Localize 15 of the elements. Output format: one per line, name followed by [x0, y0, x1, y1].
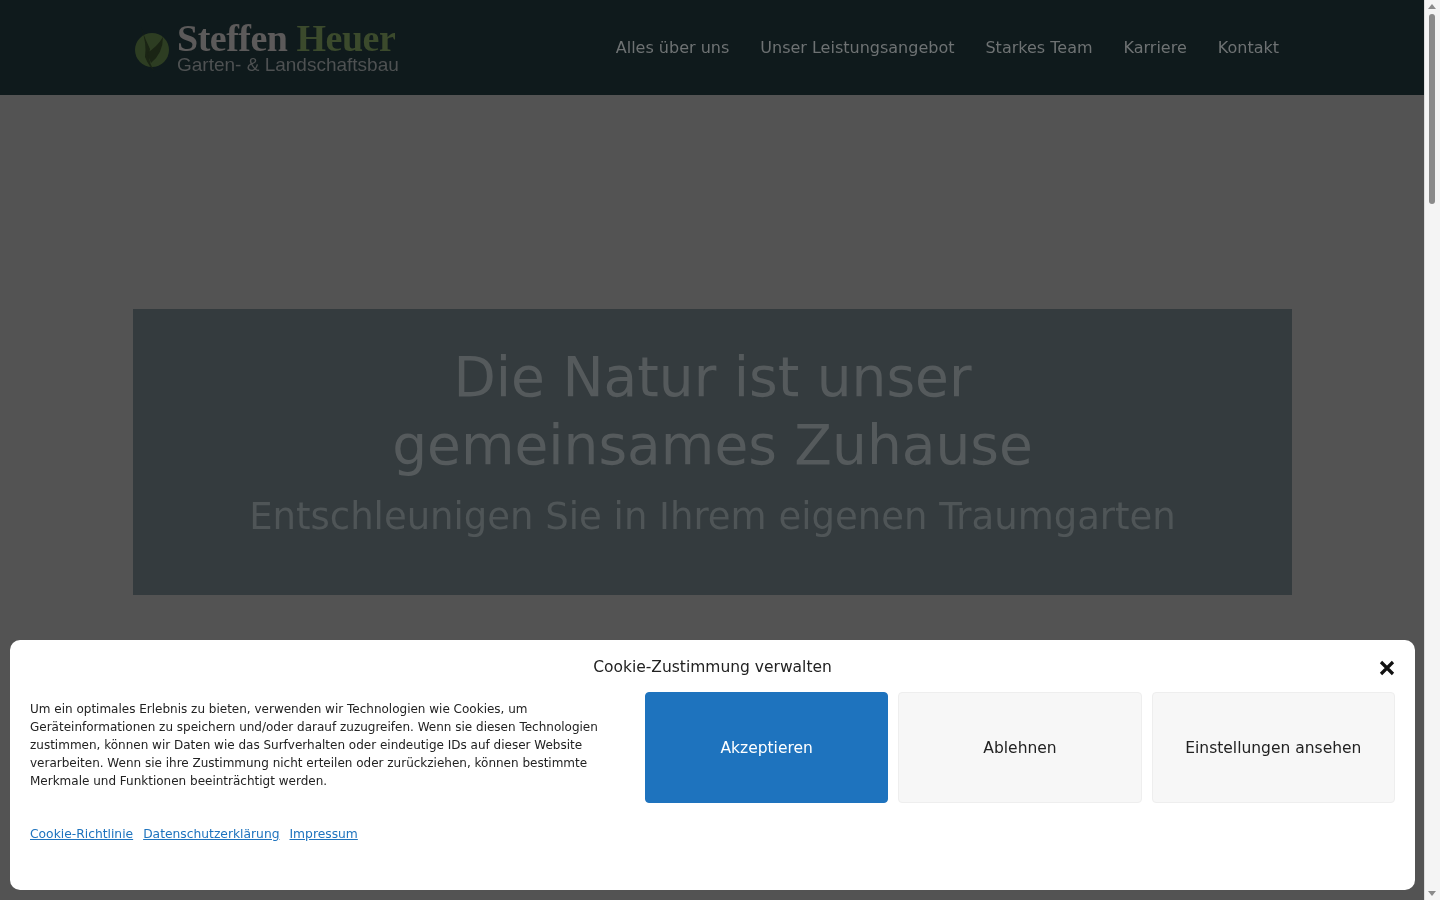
nav-link[interactable]: Alles über uns [615, 38, 730, 57]
consent-button[interactable]: Ablehnen [898, 692, 1142, 803]
policy-link[interactable]: Cookie-Richtlinie [30, 827, 134, 841]
consent-text: Um ein optimales Erlebnis zu bieten, verwenden wir Technologien wie Cookies, um Geräteinformationen zu speichern und/oder darauf zuzugreifen. Wenn sie diesen Technologien zustimmen, können wir Daten wie das Surfverhalten oder eindeutige IDs auf dieser Website verarbeiten. Wenn sie ihre Zustimmung nicht erteilen oder zurückziehen, können bestimmte Merkmale und Funktionen beeinträchtigt werden. [30, 701, 599, 790]
close-icon[interactable] [1379, 660, 1395, 676]
nav-link[interactable]: Kontakt [1217, 38, 1279, 57]
dialog-title: Cookie-Zustimmung verwalten [593, 658, 832, 676]
nav-link[interactable]: Karriere [1123, 38, 1187, 57]
consent-button[interactable]: Einstellungen ansehen [1151, 692, 1395, 803]
accept-button[interactable]: Akzeptieren [645, 692, 889, 803]
scrollbar[interactable] [1424, 0, 1440, 900]
nav-link[interactable]: Starkes Team [985, 38, 1093, 57]
nav-link[interactable]: Unser Leistungsangebot [760, 38, 955, 57]
policy-link[interactable]: Datenschutzerklärung [143, 827, 280, 841]
policy-link[interactable]: Impressum [289, 827, 358, 841]
